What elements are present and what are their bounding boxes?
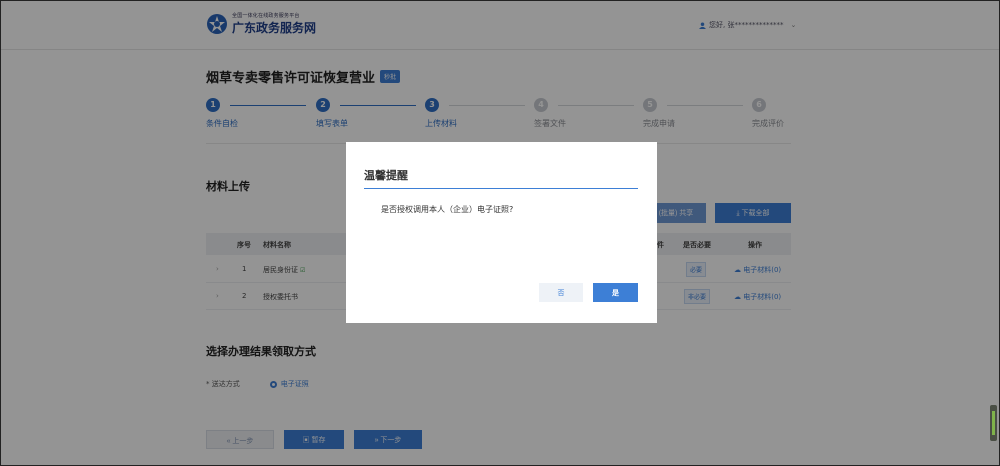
dialog-title-underline: [364, 188, 638, 189]
no-button[interactable]: 否: [539, 283, 583, 302]
reminder-dialog: 温馨提醒 是否授权调用本人（企业）电子证照? 否 是: [346, 142, 657, 323]
dialog-message: 是否授权调用本人（企业）电子证照?: [381, 205, 514, 214]
side-widget-handle[interactable]: [990, 405, 997, 441]
dialog-title: 温馨提醒: [364, 169, 408, 182]
yes-button[interactable]: 是: [593, 283, 638, 302]
browser-frame: 全国一体化在线政务服务平台 广东政务服务网 您好, 张*************…: [0, 0, 1000, 466]
